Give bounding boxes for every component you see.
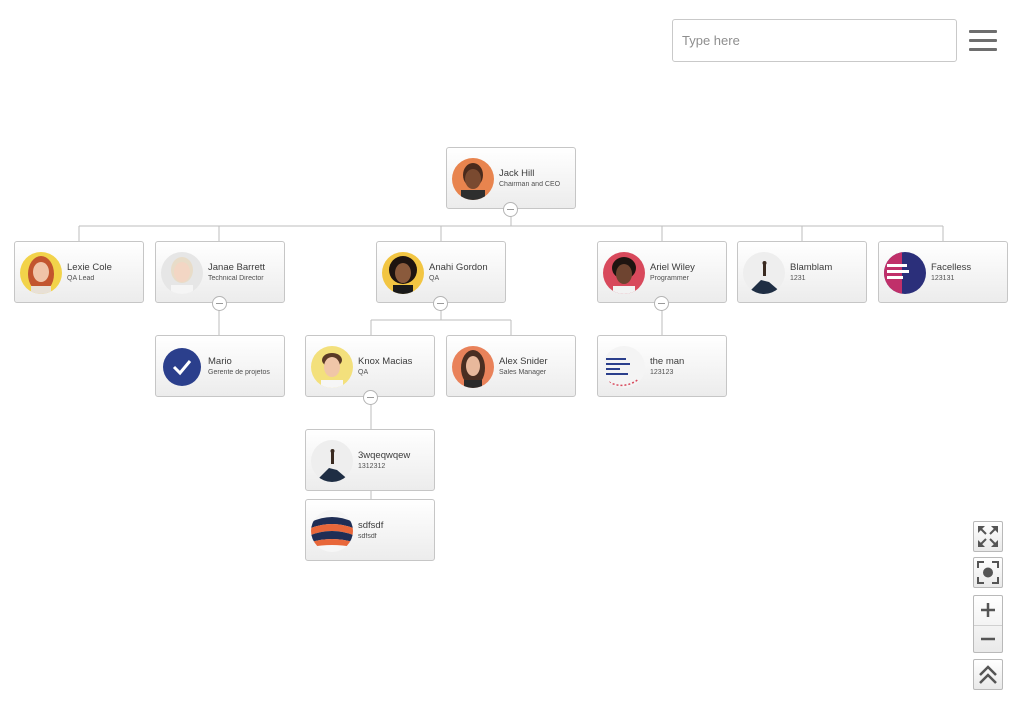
node-title: 1312312 <box>358 463 386 470</box>
node-title: QA Lead <box>67 275 95 282</box>
org-node[interactable]: Alex Snider Sales Manager <box>446 335 576 397</box>
node-title: Chairman and CEO <box>499 181 561 188</box>
image-avatar <box>603 346 645 388</box>
org-node[interactable]: the man 123123 <box>597 335 727 397</box>
node-title: sdfsdf <box>358 533 377 540</box>
org-node[interactable]: sdfsdf sdfsdf <box>305 499 435 561</box>
node-title: 123123 <box>650 369 674 376</box>
minus-icon <box>981 637 995 641</box>
node-name: Alex Snider <box>499 356 548 367</box>
image-avatar <box>311 510 353 552</box>
focus-button[interactable] <box>973 557 1003 588</box>
org-node[interactable]: Mario Gerente de projetos <box>155 335 285 397</box>
double-chevron-up-icon <box>979 665 997 684</box>
image-avatar <box>743 252 785 294</box>
node-name: the man <box>650 356 685 367</box>
node-title: Gerente de projetos <box>208 369 270 376</box>
node-name: Mario <box>208 356 232 367</box>
org-node[interactable]: Anahi Gordon QA <box>376 241 506 303</box>
node-title: Sales Manager <box>499 369 547 376</box>
focus-frame-icon <box>977 561 999 584</box>
collapse-toggle[interactable] <box>654 296 669 311</box>
zoom-in-button[interactable] <box>974 596 1002 626</box>
person-avatar <box>382 252 424 294</box>
node-title: 123131 <box>931 275 955 282</box>
node-name: 3wqeqwqew <box>358 450 411 461</box>
org-node[interactable]: Janae Barrett Technical Director <box>155 241 285 303</box>
back-to-top-button[interactable] <box>973 659 1003 690</box>
person-avatar <box>161 252 203 294</box>
image-avatar <box>311 440 353 482</box>
node-name: Janae Barrett <box>208 262 266 273</box>
org-node[interactable]: Knox Macias QA <box>305 335 435 397</box>
org-node[interactable]: Blamblam 1231 <box>737 241 867 303</box>
org-node[interactable]: Facelless 123131 <box>878 241 1008 303</box>
node-name: Facelless <box>931 262 972 273</box>
person-avatar <box>452 346 494 388</box>
node-name: Ariel Wiley <box>650 262 695 273</box>
person-avatar <box>452 158 494 200</box>
collapse-toggle[interactable] <box>433 296 448 311</box>
node-title: Technical Director <box>208 275 264 282</box>
check-icon <box>161 346 203 388</box>
node-title: QA <box>429 275 440 282</box>
node-title: Programmer <box>650 275 689 282</box>
collapse-toggle[interactable] <box>363 390 378 405</box>
org-node[interactable]: 3wqeqwqew 1312312 <box>305 429 435 491</box>
person-avatar <box>311 346 353 388</box>
org-node[interactable]: Lexie Cole QA Lead <box>14 241 144 303</box>
node-name: Blamblam <box>790 262 833 273</box>
zoom-out-button[interactable] <box>974 626 1002 653</box>
plus-icon <box>981 603 995 617</box>
person-avatar <box>20 252 62 294</box>
collapse-toggle[interactable] <box>503 202 518 217</box>
node-name: Anahi Gordon <box>429 262 488 273</box>
image-avatar <box>884 252 926 294</box>
collapse-toggle[interactable] <box>212 296 227 311</box>
node-name: Knox Macias <box>358 356 413 367</box>
org-node[interactable]: Jack Hill Chairman and CEO <box>446 147 576 209</box>
node-name: Jack Hill <box>499 168 535 179</box>
org-node[interactable]: Ariel Wiley Programmer <box>597 241 727 303</box>
expand-arrows-icon <box>978 526 998 547</box>
node-name: sdfsdf <box>358 520 384 531</box>
fit-to-screen-button[interactable] <box>973 521 1003 552</box>
node-title: 1231 <box>790 275 806 282</box>
node-title: QA <box>358 369 369 376</box>
person-avatar <box>603 252 645 294</box>
zoom-controls <box>973 595 1003 653</box>
node-name: Lexie Cole <box>67 262 112 273</box>
